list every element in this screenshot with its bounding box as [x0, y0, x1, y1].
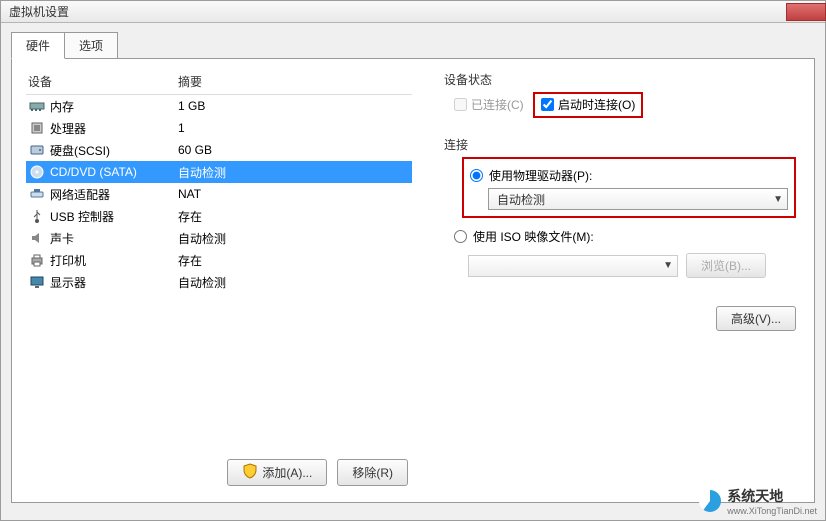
connect-poweron-row[interactable]: 启动时连接(O)	[541, 96, 635, 113]
hdd-icon	[28, 141, 46, 159]
device-row-usb[interactable]: USB 控制器 存在	[26, 205, 412, 227]
close-button[interactable]	[786, 3, 826, 21]
col-summary: 摘要	[178, 73, 412, 90]
use-physical-radio[interactable]	[470, 169, 483, 182]
device-name: 内存	[50, 98, 178, 115]
use-iso-radio[interactable]	[454, 230, 467, 243]
watermark-icon	[699, 490, 721, 512]
browse-button: 浏览(B)...	[686, 253, 766, 278]
settings-panel: 设备状态 已连接(C) 启动时连接(O) 连接 使用物	[426, 59, 814, 502]
status-group: 设备状态 已连接(C) 启动时连接(O)	[444, 71, 796, 118]
memory-icon	[28, 97, 46, 115]
use-physical-label: 使用物理驱动器(P):	[489, 167, 592, 184]
device-summary: NAT	[178, 187, 412, 201]
connection-group-label: 连接	[444, 136, 796, 153]
watermark-small: www.XiTongTianDi.net	[727, 506, 817, 516]
device-summary: 存在	[178, 252, 412, 269]
hardware-pane: 设备 摘要 内存 1 GB 处理器 1 硬盘(SCSI) 60 GB	[11, 58, 815, 503]
device-name: 硬盘(SCSI)	[50, 142, 178, 159]
watermark-text: 系统天地 www.XiTongTianDi.net	[727, 486, 817, 516]
physical-highlight: 使用物理驱动器(P): 自动检测 ▼	[462, 157, 796, 218]
use-physical-row[interactable]: 使用物理驱动器(P):	[470, 167, 788, 184]
network-icon	[28, 185, 46, 203]
device-row-cddvd[interactable]: CD/DVD (SATA) 自动检测	[26, 161, 412, 183]
window-title: 虚拟机设置	[1, 3, 69, 20]
chevron-down-icon: ▼	[663, 260, 673, 271]
tab-hardware[interactable]: 硬件	[11, 32, 65, 59]
device-list: 内存 1 GB 处理器 1 硬盘(SCSI) 60 GB CD/DVD (SAT…	[26, 95, 412, 451]
device-row-printer[interactable]: 打印机 存在	[26, 249, 412, 271]
printer-icon	[28, 251, 46, 269]
remove-button[interactable]: 移除(R)	[337, 459, 408, 486]
device-row-display[interactable]: 显示器 自动检测	[26, 271, 412, 293]
use-iso-row[interactable]: 使用 ISO 映像文件(M):	[454, 228, 796, 245]
device-name: CD/DVD (SATA)	[50, 165, 178, 179]
add-label: 添加(A)...	[262, 464, 312, 481]
device-summary: 1	[178, 121, 412, 135]
device-row-memory[interactable]: 内存 1 GB	[26, 95, 412, 117]
device-summary: 自动检测	[178, 230, 412, 247]
advanced-button[interactable]: 高级(V)...	[716, 306, 796, 331]
device-panel: 设备 摘要 内存 1 GB 处理器 1 硬盘(SCSI) 60 GB	[12, 59, 426, 502]
sound-icon	[28, 229, 46, 247]
iso-path-combo: ▼	[468, 255, 678, 277]
device-header: 设备 摘要	[26, 71, 412, 95]
tab-options[interactable]: 选项	[64, 32, 118, 59]
vm-settings-window: 虚拟机设置 硬件 选项 设备 摘要 内存 1 GB 处理器 1	[0, 0, 826, 521]
device-row-sound[interactable]: 声卡 自动检测	[26, 227, 412, 249]
device-name: 显示器	[50, 274, 178, 291]
display-icon	[28, 273, 46, 291]
physical-drive-value: 自动检测	[497, 191, 545, 208]
device-name: USB 控制器	[50, 208, 178, 225]
device-summary: 存在	[178, 208, 412, 225]
chevron-down-icon: ▼	[773, 194, 783, 205]
col-device: 设备	[28, 73, 178, 90]
device-name: 处理器	[50, 120, 178, 137]
connection-group: 连接 使用物理驱动器(P): 自动检测 ▼ 使用 ISO 映像文件(M):	[444, 136, 796, 278]
device-summary: 自动检测	[178, 274, 412, 291]
device-buttons: 添加(A)... 移除(R)	[26, 451, 412, 490]
watermark: 系统天地 www.XiTongTianDi.net	[699, 486, 817, 516]
status-group-label: 设备状态	[444, 71, 796, 88]
connected-checkbox-row: 已连接(C)	[454, 96, 524, 113]
cpu-icon	[28, 119, 46, 137]
connect-poweron-highlight: 启动时连接(O)	[533, 92, 643, 118]
usb-icon	[28, 207, 46, 225]
device-name: 打印机	[50, 252, 178, 269]
device-summary: 自动检测	[178, 164, 412, 181]
physical-drive-combo[interactable]: 自动检测 ▼	[488, 188, 788, 210]
connect-poweron-label: 启动时连接(O)	[558, 96, 635, 113]
titlebar: 虚拟机设置	[1, 1, 825, 23]
watermark-big: 系统天地	[727, 486, 817, 506]
connect-poweron-checkbox[interactable]	[541, 98, 554, 111]
tab-strip: 硬件 选项	[11, 31, 825, 58]
cd-icon	[28, 163, 46, 181]
device-name: 声卡	[50, 230, 178, 247]
device-summary: 1 GB	[178, 99, 412, 113]
use-iso-label: 使用 ISO 映像文件(M):	[473, 228, 594, 245]
shield-icon	[242, 463, 258, 482]
device-row-hdd[interactable]: 硬盘(SCSI) 60 GB	[26, 139, 412, 161]
device-row-network[interactable]: 网络适配器 NAT	[26, 183, 412, 205]
device-name: 网络适配器	[50, 186, 178, 203]
connected-checkbox	[454, 98, 467, 111]
add-button[interactable]: 添加(A)...	[227, 459, 327, 486]
device-row-cpu[interactable]: 处理器 1	[26, 117, 412, 139]
device-summary: 60 GB	[178, 143, 412, 157]
connected-label: 已连接(C)	[471, 96, 524, 113]
